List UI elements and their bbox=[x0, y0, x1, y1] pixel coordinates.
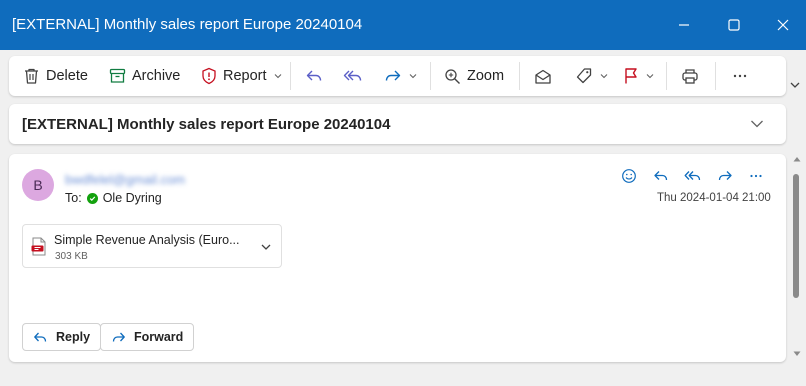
reply-icon bbox=[34, 332, 47, 342]
reply-icon bbox=[306, 70, 322, 81]
chevron-down-icon bbox=[409, 74, 417, 79]
toolbar-divider bbox=[290, 62, 291, 90]
forward-bottom-button[interactable]: Forward bbox=[100, 323, 195, 351]
flag-button[interactable] bbox=[623, 62, 655, 90]
reply-button[interactable] bbox=[305, 62, 323, 90]
attachment-card[interactable]: Simple Revenue Analysis (Euro... 303 KB bbox=[22, 224, 282, 268]
chevron-down-icon bbox=[274, 74, 281, 79]
print-icon bbox=[682, 68, 698, 84]
minimize-icon bbox=[679, 24, 689, 26]
toolbar-divider bbox=[666, 62, 667, 90]
subject-title: [EXTERNAL] Monthly sales report Europe 2… bbox=[22, 116, 391, 133]
trash-icon bbox=[25, 68, 38, 84]
more-icon bbox=[750, 174, 762, 178]
forward-icon bbox=[718, 171, 732, 181]
ribbon-expand-icon[interactable] bbox=[788, 78, 802, 92]
message-forward-button[interactable] bbox=[714, 165, 736, 187]
reply-all-button[interactable] bbox=[343, 62, 363, 90]
flag-icon bbox=[625, 68, 637, 84]
shield-icon bbox=[202, 67, 216, 85]
reply-bottom-button[interactable]: Reply bbox=[22, 323, 102, 351]
reply-all-icon bbox=[343, 70, 362, 81]
archive-button[interactable]: Archive bbox=[109, 62, 180, 90]
chevron-down-icon bbox=[646, 74, 654, 79]
message-more-button[interactable] bbox=[745, 165, 767, 187]
message-date: Thu 2024-01-04 21:00 bbox=[657, 192, 771, 204]
toolbar-divider bbox=[519, 62, 520, 90]
envelope-open-icon bbox=[535, 69, 551, 84]
categorize-button[interactable] bbox=[575, 62, 609, 90]
scroll-down-icon[interactable] bbox=[793, 351, 801, 357]
attachment-name: Simple Revenue Analysis (Euro... bbox=[54, 233, 240, 247]
chevron-down-icon[interactable] bbox=[749, 116, 765, 132]
archive-icon bbox=[109, 68, 126, 83]
reply-all-icon bbox=[684, 171, 701, 181]
attachment-size: 303 KB bbox=[55, 251, 88, 262]
forward-icon bbox=[112, 332, 125, 342]
report-button[interactable]: Report bbox=[201, 62, 283, 90]
zoom-label: Zoom bbox=[467, 68, 505, 84]
toolbar-divider bbox=[430, 62, 431, 90]
avatar[interactable]: B bbox=[22, 169, 54, 201]
mark-read-button[interactable] bbox=[534, 62, 552, 90]
forward-label: Forward bbox=[134, 330, 184, 344]
subject-bar: [EXTERNAL] Monthly sales report Europe 2… bbox=[9, 104, 786, 144]
zoom-button[interactable]: Zoom bbox=[444, 62, 504, 90]
more-icon bbox=[733, 74, 747, 78]
presence-available-icon bbox=[86, 192, 98, 204]
maximize-button[interactable] bbox=[717, 10, 751, 40]
title-bar: [EXTERNAL] Monthly sales report Europe 2… bbox=[0, 0, 806, 50]
sender-address[interactable]: bwdfelel@gmail.com bbox=[65, 172, 185, 187]
close-button[interactable] bbox=[766, 10, 800, 40]
window-title: [EXTERNAL] Monthly sales report Europe 2… bbox=[12, 16, 363, 33]
scrollbar-thumb[interactable] bbox=[793, 174, 799, 298]
pdf-file-icon bbox=[31, 237, 46, 256]
ribbon-toolbar: Delete Archive Report Zoom bbox=[9, 56, 786, 96]
toolbar-divider bbox=[715, 62, 716, 90]
smiley-icon bbox=[622, 169, 636, 183]
to-label: To: bbox=[65, 191, 82, 205]
report-label: Report bbox=[223, 68, 267, 84]
archive-label: Archive bbox=[132, 68, 181, 84]
delete-button[interactable]: Delete bbox=[23, 62, 88, 90]
more-options-button[interactable] bbox=[732, 62, 748, 90]
message-reply-all-button[interactable] bbox=[682, 165, 704, 187]
chevron-down-icon[interactable] bbox=[260, 241, 272, 253]
scrollbar[interactable] bbox=[792, 154, 802, 362]
scroll-up-icon[interactable] bbox=[793, 156, 801, 162]
forward-icon bbox=[385, 70, 401, 81]
chevron-down-icon bbox=[600, 74, 608, 79]
recipient-line: To: Ole Dyring bbox=[65, 191, 162, 205]
reply-label: Reply bbox=[56, 330, 91, 344]
maximize-icon bbox=[728, 19, 740, 31]
reply-icon bbox=[654, 171, 668, 181]
recipient-name[interactable]: Ole Dyring bbox=[103, 191, 162, 205]
minimize-button[interactable] bbox=[667, 10, 701, 40]
message-card: B bwdfelel@gmail.com To: Ole Dyring Thu … bbox=[9, 154, 786, 362]
delete-label: Delete bbox=[46, 68, 88, 84]
close-icon bbox=[777, 19, 789, 31]
forward-button[interactable] bbox=[384, 62, 418, 90]
message-reply-button[interactable] bbox=[650, 165, 672, 187]
zoom-icon bbox=[445, 68, 460, 84]
print-button[interactable] bbox=[681, 62, 699, 90]
react-button[interactable] bbox=[618, 165, 640, 187]
tag-icon bbox=[576, 68, 592, 84]
